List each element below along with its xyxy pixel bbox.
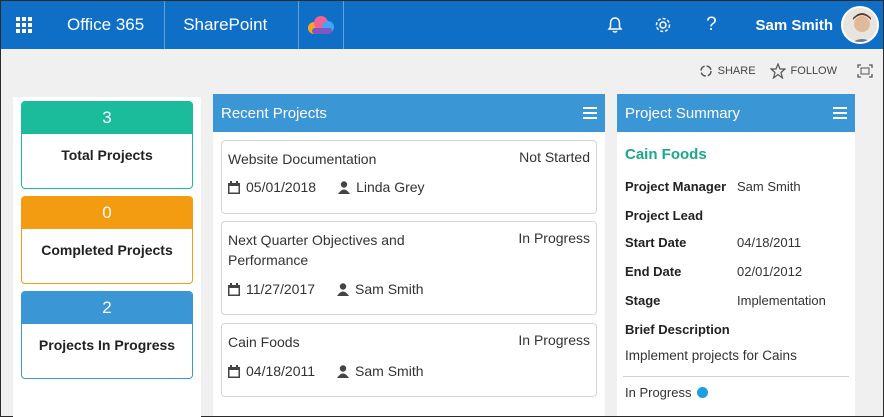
project-date: 05/01/2018 — [246, 179, 317, 195]
project-summary-header: Project Summary — [617, 94, 855, 132]
summary-lead-row: Project Lead — [625, 208, 737, 223]
stage-value: Implementation — [737, 293, 826, 308]
calendar-icon — [228, 364, 240, 378]
project-summary-title: Project Summary — [625, 104, 741, 122]
share-icon — [699, 65, 712, 77]
in-progress-projects-label: Projects In Progress — [38, 337, 176, 353]
stats-column: 3 Total Projects 0 Completed Projects 2 … — [13, 97, 201, 417]
project-status: In Progress — [518, 332, 590, 348]
settings-gear-icon[interactable] — [639, 1, 687, 49]
cloud-logo-icon[interactable] — [299, 1, 345, 49]
user-icon — [338, 180, 351, 194]
calendar-icon — [228, 282, 240, 296]
app-launcher-button[interactable] — [1, 1, 47, 49]
summary-divider — [623, 376, 849, 377]
description-value: Implement projects for Cains — [625, 348, 797, 363]
start-date-label: Start Date — [625, 235, 687, 250]
user-icon — [337, 364, 350, 378]
user-avatar[interactable] — [841, 6, 879, 44]
summary-end-row: End Date 02/01/2012 — [625, 264, 802, 279]
total-projects-label: Total Projects — [61, 147, 153, 163]
follow-label: FOLLOW — [790, 65, 837, 77]
recent-projects-panel: Recent Projects Website Documentation No… — [213, 94, 605, 416]
project-status: In Progress — [518, 230, 590, 246]
total-projects-count: 3 — [22, 102, 192, 134]
description-label: Brief Description — [625, 322, 730, 337]
project-name[interactable]: Cain Foods — [228, 332, 488, 352]
project-card[interactable]: Cain Foods In Progress 04/18/2011 Sam Sm… — [221, 323, 597, 397]
summary-description-row: Brief Description — [625, 322, 730, 337]
completed-projects-label: Completed Projects — [41, 242, 173, 258]
waffle-icon — [16, 17, 32, 33]
follow-button[interactable]: FOLLOW — [769, 63, 837, 79]
project-card[interactable]: Next Quarter Objectives and Performance … — [221, 221, 597, 315]
user-icon — [337, 282, 350, 296]
manager-label: Project Manager — [625, 179, 727, 194]
summary-status: In Progress — [625, 385, 709, 400]
summary-start-row: Start Date 04/18/2011 — [625, 235, 801, 250]
star-icon — [769, 63, 786, 79]
share-button[interactable]: SHARE — [699, 64, 756, 78]
recent-projects-title: Recent Projects — [221, 104, 327, 122]
summary-stage-row: Stage Implementation — [625, 293, 826, 308]
project-summary-panel: Project Summary Cain Foods Project Manag… — [617, 94, 855, 416]
recent-projects-header: Recent Projects — [213, 94, 605, 132]
project-summary-menu-icon[interactable] — [833, 107, 847, 119]
share-label: SHARE — [717, 65, 756, 77]
project-status: Not Started — [519, 149, 590, 165]
recent-projects-menu-icon[interactable] — [583, 107, 597, 119]
manager-value: Sam Smith — [737, 179, 801, 194]
project-owner: Sam Smith — [355, 281, 424, 297]
summary-project-name: Cain Foods — [625, 146, 707, 163]
start-date-value: 04/18/2011 — [737, 235, 802, 250]
project-owner: Linda Grey — [356, 179, 425, 195]
end-date-value: 02/01/2012 — [737, 264, 803, 279]
in-progress-projects-card[interactable]: 2 Projects In Progress — [21, 291, 193, 379]
project-card[interactable]: Website Documentation Not Started 05/01/… — [221, 140, 597, 214]
project-meta: 11/27/2017 Sam Smith — [228, 281, 424, 297]
help-icon[interactable]: ? — [687, 1, 735, 49]
completed-projects-count: 0 — [22, 197, 192, 229]
focus-icon — [857, 64, 873, 78]
project-owner: Sam Smith — [355, 363, 424, 379]
project-date: 11/27/2017 — [246, 281, 316, 297]
notifications-bell-icon[interactable] — [591, 1, 639, 49]
completed-projects-card[interactable]: 0 Completed Projects — [21, 196, 193, 284]
project-name[interactable]: Website Documentation — [228, 149, 488, 169]
calendar-icon — [228, 180, 240, 194]
project-meta: 04/18/2011 Sam Smith — [228, 363, 424, 379]
end-date-label: End Date — [625, 264, 682, 279]
office365-link[interactable]: Office 365 — [47, 1, 166, 49]
page-area: SHARE FOLLOW 3 Total Projects 0 Complete… — [1, 49, 883, 417]
status-dot-icon — [697, 387, 709, 398]
summary-manager-row: Project Manager Sam Smith — [625, 179, 801, 194]
focus-mode-button[interactable] — [857, 64, 873, 78]
total-projects-card[interactable]: 3 Total Projects — [21, 101, 193, 189]
page-actions: SHARE FOLLOW — [699, 63, 873, 79]
suite-bar: Office 365 SharePoint ? Sam Smith — [1, 1, 883, 49]
stage-label: Stage — [625, 293, 661, 308]
project-meta: 05/01/2018 Linda Grey — [228, 179, 425, 195]
lead-label: Project Lead — [625, 208, 704, 223]
project-date: 04/18/2011 — [246, 363, 316, 379]
project-name[interactable]: Next Quarter Objectives and Performance — [228, 230, 488, 270]
sharepoint-link[interactable]: SharePoint — [165, 1, 300, 49]
in-progress-projects-count: 2 — [22, 292, 192, 324]
summary-status-label: In Progress — [625, 385, 692, 400]
user-name[interactable]: Sam Smith — [755, 17, 833, 34]
